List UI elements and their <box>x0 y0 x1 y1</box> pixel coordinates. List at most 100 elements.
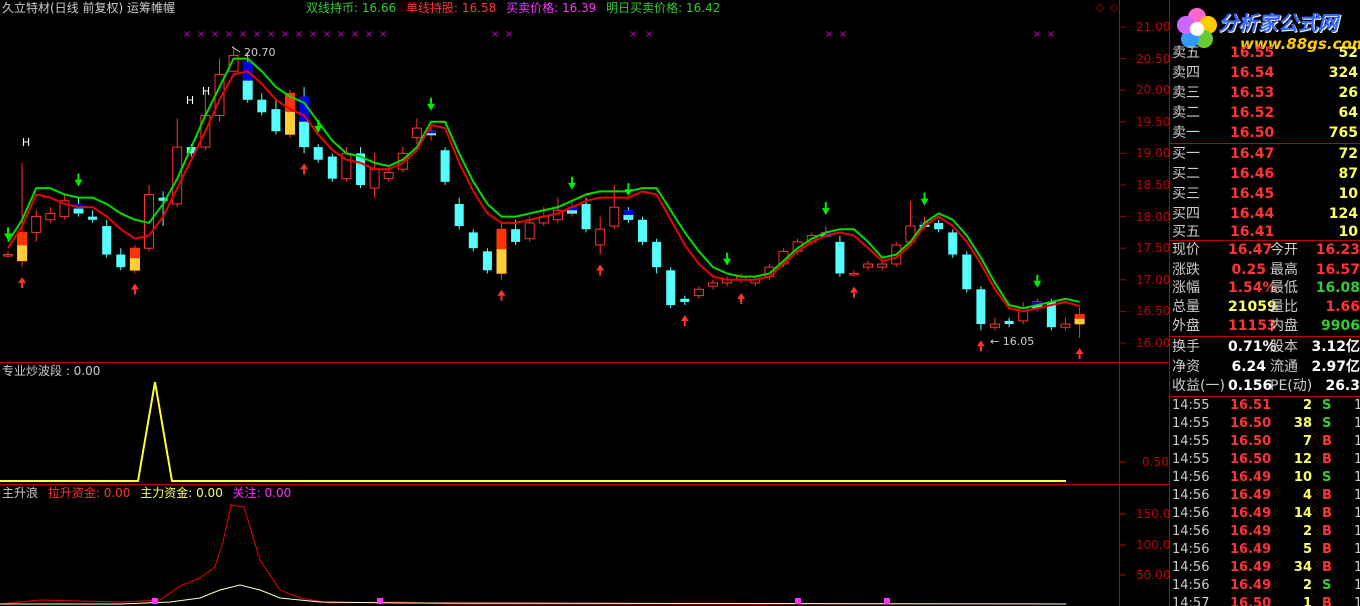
x-mark-icon: × <box>365 29 373 40</box>
candle-up <box>849 272 859 276</box>
buy-arrow-icon <box>624 189 633 197</box>
buy-arrow-icon <box>74 179 83 187</box>
tick-volume: 4 <box>1302 488 1312 503</box>
tick-count: 1 <box>1354 542 1360 557</box>
buy-arrow-icon <box>920 198 929 206</box>
ask-price: 16.52 <box>1230 105 1275 121</box>
panel2-tick-label: 0.50 <box>1142 455 1169 469</box>
tick-count: 1 <box>1354 416 1360 431</box>
candle-down <box>327 156 337 179</box>
candle-up <box>31 216 42 233</box>
bid-row: 买一 16.47 72 <box>1170 144 1360 164</box>
x-mark-icon: × <box>239 29 247 40</box>
quote-label: 外盘 <box>1172 318 1200 334</box>
x-mark-icon: × <box>505 29 513 40</box>
tick-count: 1 <box>1354 524 1360 539</box>
app-root: { "header": { "title": "久立特材(日线 前复权) 运筹帷… <box>0 0 1360 606</box>
tick-volume: 7 <box>1302 434 1312 449</box>
quote-label-2: 最低 <box>1270 280 1298 296</box>
buy-arrow-icon <box>1033 280 1042 288</box>
candle-hl-red <box>1074 314 1085 319</box>
green-line <box>7 57 1080 310</box>
bid-row: 买二 16.46 87 <box>1170 164 1360 184</box>
quote-label: 净资 <box>1172 359 1200 375</box>
x-mark-icon: × <box>267 29 275 40</box>
quote-value-2: 16.08 <box>1315 280 1360 296</box>
tick-count: 1 <box>1354 452 1360 467</box>
bid-level-label: 买五 <box>1172 224 1200 240</box>
x-mark-icon: × <box>225 29 233 40</box>
buy-arrow-icon <box>427 103 435 111</box>
x-mark-icon: × <box>629 29 637 40</box>
indicator-tomorrow-price: 明日买卖价格: 16.42 <box>606 1 721 15</box>
quote-panel: 卖五 16.55 52 卖四 16.54 324 卖三 16.53 26 卖二 … <box>1170 0 1360 606</box>
chart-area[interactable]: × × × × × × × × × × × × × × × × × × × × × × × H H H 20.70 ← 16.05 久… <box>0 0 1170 606</box>
candle-up <box>524 222 535 240</box>
candle-down <box>116 254 126 268</box>
candle-down <box>666 270 676 306</box>
candle-down <box>835 241 845 274</box>
candle-up <box>411 127 422 139</box>
candle-hl-red <box>17 232 28 246</box>
quote-value: 1.54% <box>1228 280 1277 296</box>
price-tick-label: 19.00 <box>1136 146 1171 161</box>
bid-volume: 10 <box>1338 186 1358 202</box>
tick-volume: 14 <box>1293 506 1312 521</box>
x-mark-icon: × <box>309 29 317 40</box>
quote-label-2: PE(动) <box>1270 378 1313 394</box>
sell-arrow-icon <box>300 163 309 170</box>
tick-volume: 1 <box>1302 596 1312 606</box>
tick-row: 14:57 16.50 1 B 1 <box>1170 595 1360 606</box>
indicator-double-line: 双线持币: 16.66 <box>306 1 397 15</box>
tick-time: 14:56 <box>1172 488 1210 503</box>
candle-hl-red <box>496 229 507 250</box>
quote-value-2: 3.12亿 <box>1311 339 1360 355</box>
quote-label: 涨跌 <box>1172 262 1200 278</box>
ask-row: 卖五 16.55 52 <box>1170 43 1360 63</box>
x-mark-icon: × <box>323 29 331 40</box>
candle-down <box>581 203 591 230</box>
x-mark-icon: × <box>1047 29 1055 40</box>
ask-level-label: 卖四 <box>1172 65 1200 81</box>
bid-price: 16.45 <box>1230 186 1275 202</box>
ask-volume: 324 <box>1328 65 1358 81</box>
quote-label: 现价 <box>1172 242 1200 258</box>
tick-count: 1 <box>1354 560 1360 575</box>
tick-row: 14:55 16.50 38 S 1 <box>1170 415 1360 433</box>
quote-label: 收益(一) <box>1172 378 1225 394</box>
quote-label-2: 量比 <box>1270 299 1298 315</box>
tick-price: 16.51 <box>1230 398 1272 413</box>
tick-price: 16.49 <box>1230 560 1272 575</box>
diamond-icon[interactable]: ◇ <box>1096 1 1104 15</box>
tick-time: 14:55 <box>1172 452 1210 467</box>
quote-value: 16.47 <box>1228 242 1273 258</box>
tick-time: 14:56 <box>1172 578 1210 593</box>
ask-price: 16.53 <box>1230 85 1275 101</box>
diamond-icon-2[interactable]: ◇ <box>1110 1 1118 15</box>
x-mark-icon: × <box>1033 29 1041 40</box>
candle-hl-yellow <box>129 258 140 271</box>
tick-row: 14:56 16.49 2 S 1 <box>1170 577 1360 595</box>
quote-value: 0.71% <box>1228 339 1277 355</box>
bid-price: 16.44 <box>1230 206 1275 222</box>
price-tick-label: 19.50 <box>1136 114 1171 129</box>
x-mark-icon: × <box>491 29 499 40</box>
x-mark-icon: × <box>825 29 833 40</box>
tick-row: 14:56 16.49 10 S 1 <box>1170 469 1360 487</box>
tick-count: 1 <box>1354 506 1360 521</box>
quote-value-2: 16.57 <box>1315 262 1360 278</box>
tick-price: 16.50 <box>1230 434 1272 449</box>
stock-title: 久立特材(日线 前复权) 运筹帷幄 <box>2 1 175 15</box>
bid-price: 16.46 <box>1230 166 1275 182</box>
candle-up <box>369 168 380 189</box>
candle-hl-yellow <box>17 245 28 261</box>
sell-arrow-icon <box>680 315 689 322</box>
tick-volume: 2 <box>1302 524 1312 539</box>
candle-down <box>102 226 112 255</box>
kline-chart[interactable]: × × × × × × × × × × × × × × × × × × × × × × ×HHH20.70← 16.05 <box>0 0 1170 606</box>
tick-volume: 2 <box>1302 398 1312 413</box>
bid-volume: 87 <box>1338 166 1358 182</box>
panel2-line <box>0 381 1066 482</box>
candle-down <box>962 254 972 290</box>
quote-label-2: 最高 <box>1270 262 1298 278</box>
